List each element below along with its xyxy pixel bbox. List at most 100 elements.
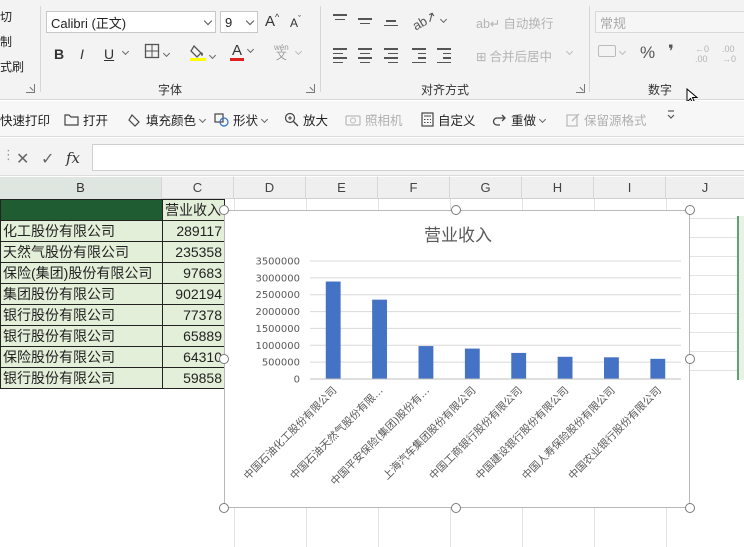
column-header-e[interactable]: E [306, 177, 378, 199]
chart-resize-handle[interactable] [219, 205, 229, 215]
column-header-c[interactable]: C [162, 177, 234, 199]
increase-indent-icon[interactable] [437, 48, 451, 66]
cell-revenue[interactable]: 77378 [162, 304, 225, 326]
column-header-g[interactable]: G [450, 177, 522, 199]
redo-button[interactable]: 重做 [492, 110, 547, 129]
italic-button[interactable]: I [80, 46, 84, 62]
keep-source-format-button[interactable]: 保留源格式 [566, 110, 647, 129]
font-launcher-icon[interactable] [306, 84, 315, 93]
font-color-button[interactable]: A [230, 42, 255, 61]
underline-button[interactable]: U [104, 46, 114, 62]
clipboard-launcher-icon[interactable] [26, 84, 35, 93]
y-tick-label: 1000000 [255, 341, 300, 352]
comma-style-button[interactable]: ❜ [668, 42, 674, 62]
zoom-in-button[interactable]: 放大 [284, 110, 328, 129]
chart-resize-handle[interactable] [451, 205, 461, 215]
camera-button[interactable]: 照相机 [345, 110, 403, 129]
cell-revenue[interactable]: 289117 [162, 220, 225, 242]
chart-resize-handle[interactable] [451, 503, 461, 513]
x-tick-label: 中国建设银行股份有限公司 [473, 384, 571, 482]
cell-company[interactable]: 银行股份有限公司 [0, 304, 163, 326]
cell-company[interactable]: 集团股份有限公司 [0, 283, 163, 305]
cell-company[interactable]: 银行股份有限公司 [0, 367, 163, 389]
bold-button[interactable]: B [54, 46, 64, 62]
cell-company[interactable]: 化工股份有限公司 [0, 220, 163, 242]
cell-company[interactable]: 银行股份有限公司 [0, 325, 163, 347]
cell-b-header[interactable] [0, 199, 163, 221]
x-tick-label: 中国工商银行股份有限公司 [427, 384, 525, 482]
column-header-b[interactable]: B [0, 177, 162, 199]
chart-resize-handle[interactable] [685, 354, 695, 364]
cancel-icon[interactable]: ✕ [16, 149, 29, 169]
column-header-d[interactable]: D [234, 177, 306, 199]
cut-button[interactable]: 剪切 [0, 8, 12, 25]
cell-revenue[interactable]: 64310 [162, 346, 225, 368]
merge-dropdown[interactable] [563, 44, 574, 60]
adjacent-object-sliver [737, 216, 744, 380]
fill-color-button[interactable] [190, 43, 217, 64]
chart-bar [464, 348, 480, 379]
number-format-combo[interactable]: 常规 [595, 11, 744, 33]
font-group-label: 字体 [158, 83, 183, 97]
fill-color-qat-button[interactable]: 填充颜色 [128, 110, 207, 129]
chart-resize-handle[interactable] [219, 503, 229, 513]
cell-revenue[interactable]: 59858 [162, 367, 225, 389]
align-middle-icon[interactable] [358, 18, 372, 27]
redo-icon [492, 114, 506, 126]
enter-icon[interactable]: ✓ [41, 149, 54, 169]
font-size-combo[interactable]: 9 [220, 11, 258, 33]
table-row: 集团股份有限公司 902194 [0, 283, 225, 305]
accounting-format-button[interactable] [598, 44, 627, 60]
revenue-chart[interactable]: 营业收入 0 500000 1000000 1500000 2000000 2500000 3… [224, 210, 690, 508]
cell-c-header[interactable]: 营业收入 [162, 199, 225, 221]
open-button[interactable]: 打开 [64, 110, 108, 129]
column-header-h[interactable]: H [522, 177, 594, 199]
merge-icon: ⊞ [476, 50, 487, 64]
cell-revenue[interactable]: 902194 [162, 283, 225, 305]
insert-function-icon[interactable]: fx [66, 149, 80, 167]
chart-resize-handle[interactable] [685, 503, 695, 513]
decrease-decimal-button[interactable]: .00 →0 [722, 44, 736, 64]
chart-resize-handle[interactable] [219, 354, 229, 364]
column-header-f[interactable]: F [378, 177, 450, 199]
cell-revenue[interactable]: 65889 [162, 325, 225, 347]
paste-icon [566, 113, 580, 127]
align-right-icon[interactable] [384, 48, 398, 66]
zoom-icon [284, 112, 299, 127]
align-bottom-icon[interactable] [384, 20, 398, 29]
shapes-button[interactable]: 形状 [214, 110, 269, 129]
alignment-launcher-icon[interactable] [576, 84, 585, 93]
grow-font-button[interactable]: A^ [265, 12, 279, 30]
merge-center-button[interactable]: ⊞ 合并后居中 [476, 46, 552, 65]
cell-company[interactable]: 保险(集团)股份有限公司 [0, 262, 163, 284]
column-header-i[interactable]: I [594, 177, 666, 199]
y-tick-label: 2500000 [255, 290, 300, 301]
cell-revenue[interactable]: 235358 [162, 241, 225, 263]
wrap-text-button[interactable]: ab↵ 自动换行 [476, 13, 553, 32]
quick-print-button[interactable]: 快速打印 [0, 110, 50, 129]
formula-input[interactable] [92, 144, 744, 171]
column-header-j[interactable]: J [666, 177, 744, 199]
chart-resize-handle[interactable] [685, 205, 695, 215]
cell-revenue[interactable]: 97683 [162, 262, 225, 284]
font-name-combo[interactable]: Calibri (正文) [46, 11, 216, 33]
format-painter-button[interactable]: 格式刷 [0, 58, 24, 75]
custom-button[interactable]: 自定义 [421, 110, 476, 129]
phonetic-button[interactable]: wén 文 [274, 43, 289, 62]
orientation-button[interactable]: ab↗ [410, 8, 448, 33]
cell-company[interactable]: 保险股份有限公司 [0, 346, 163, 368]
cell-company[interactable]: 天然气股份有限公司 [0, 241, 163, 263]
increase-decimal-button[interactable]: ←0.00 [695, 44, 709, 64]
border-button[interactable] [144, 43, 171, 62]
align-left-icon[interactable] [333, 48, 347, 66]
percent-button[interactable]: % [640, 43, 655, 63]
underline-dropdown[interactable] [119, 44, 130, 60]
phonetic-dropdown[interactable] [292, 44, 303, 60]
align-center-icon[interactable] [358, 48, 372, 66]
customize-qat-dropdown[interactable] [666, 108, 676, 122]
shrink-font-button[interactable]: Aˇ [290, 14, 301, 30]
chart-bar [372, 299, 387, 379]
align-top-icon[interactable] [333, 14, 347, 23]
copy-button[interactable]: 复制 [0, 33, 12, 50]
decrease-indent-icon[interactable] [412, 48, 426, 66]
